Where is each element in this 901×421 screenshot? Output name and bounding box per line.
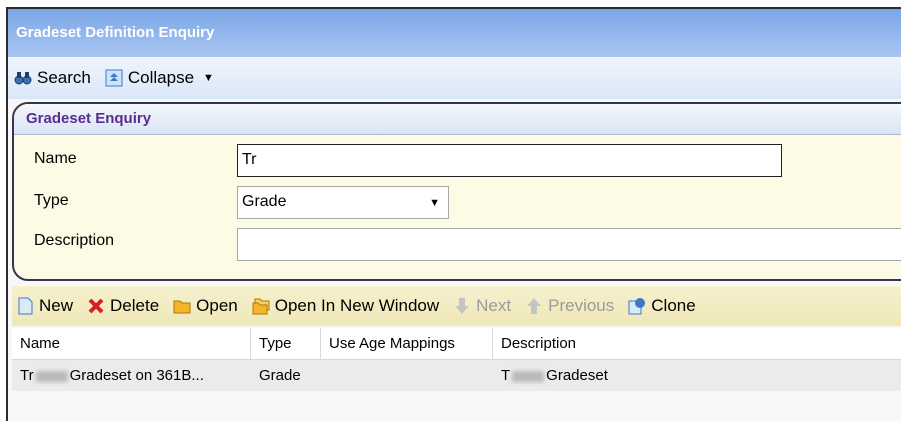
new-label: New [39, 296, 74, 315]
open-label: Open [196, 296, 238, 315]
cell-use-age-mappings [321, 360, 493, 391]
new-document-icon [18, 297, 33, 315]
results-grid: Name Type Use Age Mappings Description T… [12, 328, 901, 391]
clone-label: Clone [651, 296, 696, 315]
column-header-description[interactable]: Description [493, 328, 901, 359]
next-button[interactable]: Next [453, 296, 511, 316]
cell-name-suffix: Gradeset on 361B... [69, 367, 204, 384]
open-button[interactable]: Open [173, 296, 238, 316]
table-row[interactable]: Tr Gradeset on 361B... Grade T Gradeset [12, 360, 901, 391]
window-title: Gradeset Definition Enquiry [8, 9, 901, 57]
description-input[interactable] [237, 228, 901, 261]
type-label: Type [34, 192, 69, 209]
cell-description-suffix: Gradeset [546, 367, 608, 384]
column-header-use-age-mappings[interactable]: Use Age Mappings [321, 328, 493, 359]
next-label: Next [476, 296, 512, 315]
grid-header: Name Type Use Age Mappings Description [12, 328, 901, 360]
panel-title: Gradeset Enquiry [14, 104, 901, 135]
delete-label: Delete [110, 296, 160, 315]
action-toolbar: New Delete Open Open In New Window Next … [12, 286, 901, 326]
clone-button[interactable]: Clone [628, 296, 696, 316]
redacted-text [35, 370, 68, 382]
delete-x-icon [88, 298, 104, 314]
new-button[interactable]: New [16, 296, 73, 316]
collapse-label: Collapse [127, 68, 195, 87]
delete-button[interactable]: Delete [87, 296, 159, 316]
search-label: Search [37, 68, 91, 87]
open-new-window-label: Open In New Window [274, 296, 440, 315]
top-toolbar: Search Collapse ▼ [8, 57, 901, 99]
up-arrow-icon [527, 298, 542, 314]
down-arrow-icon [455, 298, 470, 314]
cell-name: Tr Gradeset on 361B... [12, 360, 251, 391]
binoculars-icon [14, 72, 32, 85]
name-input[interactable]: Tr [237, 144, 782, 177]
column-header-name[interactable]: Name [12, 328, 251, 359]
open-new-window-button[interactable]: Open In New Window [252, 296, 439, 316]
folder-stack-icon [252, 298, 270, 315]
dropdown-arrow-icon[interactable]: ▼ [429, 188, 440, 218]
cell-description: T Gradeset [493, 360, 901, 391]
type-select-value: Grade [242, 193, 287, 210]
chevron-down-icon[interactable]: ▼ [203, 72, 214, 84]
name-label: Name [34, 150, 77, 167]
cell-type: Grade [259, 367, 301, 384]
previous-label: Previous [548, 296, 615, 315]
gradeset-enquiry-panel: Gradeset Enquiry Name Tr Type Grade ▼ De… [12, 102, 901, 281]
cell-name-prefix: Tr [20, 367, 34, 384]
description-label: Description [34, 232, 115, 249]
cell-description-prefix: T [501, 367, 511, 384]
clone-icon [628, 298, 646, 315]
collapse-icon [105, 69, 123, 87]
search-button[interactable]: Search [14, 68, 91, 88]
redacted-text [512, 370, 545, 382]
previous-button[interactable]: Previous [525, 296, 614, 316]
collapse-button[interactable]: Collapse ▼ [105, 68, 214, 88]
folder-icon [173, 300, 191, 314]
type-select[interactable]: Grade ▼ [237, 186, 449, 219]
column-header-type[interactable]: Type [251, 328, 321, 359]
